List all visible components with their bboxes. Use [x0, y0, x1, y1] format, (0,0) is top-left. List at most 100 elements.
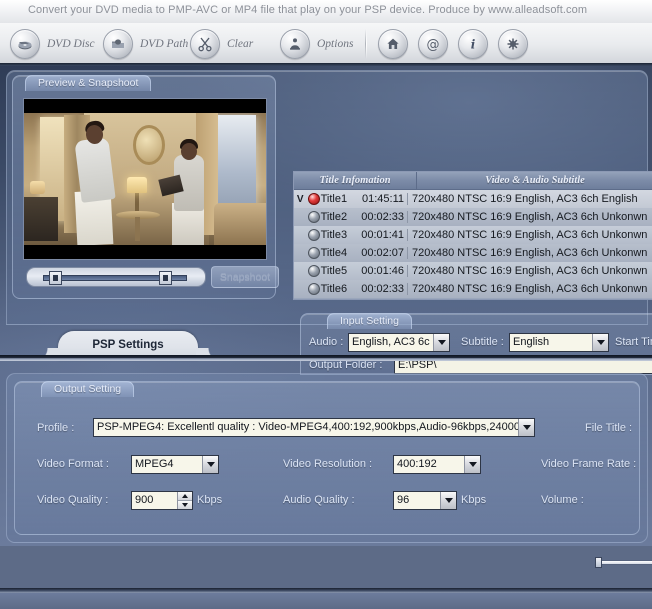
- register-button[interactable]: [498, 28, 528, 60]
- svg-text:i: i: [471, 38, 476, 51]
- home-button[interactable]: [378, 28, 408, 60]
- row-title-name: Title6: [320, 283, 348, 295]
- register-star-icon: [498, 29, 528, 59]
- home-icon: [378, 29, 408, 59]
- info-icon: i: [458, 29, 488, 59]
- stepper-up-icon[interactable]: [178, 492, 192, 500]
- video-quality-unit: Kbps: [197, 494, 223, 506]
- chevron-down-icon[interactable]: [464, 456, 480, 473]
- scissors-clear-icon: [190, 29, 220, 59]
- snapshot-button[interactable]: Snapshoot: [211, 266, 279, 288]
- output-setting-title: Output Setting: [41, 381, 135, 397]
- row-video-audio: 720x480 NTSC 16:9 English, AC3 6ch: [412, 283, 599, 295]
- row-subtitle: Unkonwn: [601, 265, 648, 277]
- row-check[interactable]: V: [294, 194, 306, 205]
- row-duration: 01:45:11: [358, 193, 409, 205]
- row-video-audio: 720x480 NTSC 16:9 English, AC3 6ch: [412, 265, 599, 277]
- output-setting-group: Output Setting Profile : PSP-MPEG4: Exce…: [14, 381, 640, 535]
- profile-label: Profile :: [37, 422, 75, 434]
- volume-slider[interactable]: [595, 557, 652, 568]
- dvd-disc-label: DVD Disc: [47, 38, 95, 50]
- video-quality-stepper[interactable]: 900: [131, 491, 193, 510]
- table-row[interactable]: Title6 00:02:33 720x480 NTSC 16:9 Englis…: [294, 280, 652, 298]
- row-title-name: Title5: [320, 265, 348, 277]
- bottom-edge-2: [0, 593, 652, 609]
- email-button[interactable]: @: [418, 28, 448, 60]
- seek-handle-start[interactable]: [49, 271, 62, 285]
- svg-text:@: @: [427, 37, 440, 52]
- dvd-disc-icon: [10, 29, 40, 59]
- table-row[interactable]: Title2 00:02:33 720x480 NTSC 16:9 Englis…: [294, 208, 652, 226]
- row-status: [306, 283, 320, 295]
- video-frame-rate-label: Video Frame Rate :: [541, 458, 637, 470]
- top-banner: Convert your DVD media to PMP-AVC or MP4…: [0, 0, 652, 24]
- row-title-name: Title1: [320, 193, 348, 205]
- preview-group-title: Preview & Snapshoot: [25, 75, 152, 91]
- video-quality-value[interactable]: 900: [132, 492, 177, 509]
- toolbar-divider-highlight: [366, 29, 367, 59]
- dvd-path-button[interactable]: DVD Path: [103, 28, 188, 60]
- options-icon: [280, 29, 310, 59]
- audio-quality-value: 96: [397, 494, 410, 506]
- table-row[interactable]: Title4 00:02:07 720x480 NTSC 16:9 Englis…: [294, 244, 652, 262]
- row-video-audio: 720x480 NTSC 16:9 English, AC3 6ch: [412, 229, 599, 241]
- chevron-down-icon[interactable]: [202, 456, 218, 473]
- table-row[interactable]: V Title1 01:45:11 720x480 NTSC 16:9 Engl…: [294, 190, 652, 208]
- row-video-audio: 720x480 NTSC 16:9 English, AC3 6ch: [412, 247, 599, 259]
- row-video-audio: 720x480 NTSC 16:9 English, AC3 6ch: [412, 211, 599, 223]
- column-header-video-audio-subtitle: Video & Audio Subtitle: [485, 175, 585, 186]
- profile-select[interactable]: PSP-MPEG4: Excellentl quality : Video-MP…: [93, 418, 535, 437]
- row-status: [306, 193, 320, 205]
- main-body: Preview & Snapshoot Snapshoot Title Info…: [0, 63, 652, 609]
- row-duration: 00:02:07: [358, 247, 409, 259]
- tab-psp-settings-label: PSP Settings: [92, 339, 164, 351]
- preview-group: Preview & Snapshoot Snapshoot: [12, 75, 279, 299]
- seek-handle-end[interactable]: [159, 271, 172, 285]
- table-row[interactable]: Title5 00:01:46 720x480 NTSC 16:9 Englis…: [294, 262, 652, 280]
- row-duration: 00:01:41: [358, 229, 409, 241]
- table-row[interactable]: Title3 00:01:41 720x480 NTSC 16:9 Englis…: [294, 226, 652, 244]
- dvd-disc-button[interactable]: DVD Disc: [10, 28, 95, 60]
- row-subtitle: Unkonwn: [601, 283, 648, 295]
- table-header-row: Title Infomation Video & Audio Subtitle: [294, 172, 652, 190]
- row-duration: 00:02:33: [358, 211, 409, 223]
- main-toolbar: DVD Disc DVD Path Clear Options @ i: [0, 23, 652, 64]
- video-format-value: MPEG4: [135, 458, 174, 470]
- options-label: Options: [317, 38, 354, 50]
- volume-knob[interactable]: [595, 557, 602, 568]
- stepper-down-icon[interactable]: [178, 500, 192, 509]
- email-icon: @: [418, 29, 448, 59]
- row-video-audio: 720x480 NTSC 16:9 English, AC3 6ch: [412, 193, 599, 205]
- options-button[interactable]: Options: [280, 28, 353, 60]
- row-subtitle: Unkonwn: [601, 229, 648, 241]
- video-format-select[interactable]: MPEG4: [131, 455, 219, 474]
- preview-seek-slider[interactable]: [26, 267, 206, 287]
- row-status: [306, 265, 320, 277]
- stepper-buttons[interactable]: [177, 492, 192, 509]
- banner-text: Convert your DVD media to PMP-AVC or MP4…: [28, 4, 588, 16]
- title-table[interactable]: Title Infomation Video & Audio Subtitle …: [293, 171, 652, 300]
- row-title-name: Title4: [320, 247, 348, 259]
- clear-button[interactable]: Clear: [190, 28, 253, 60]
- record-dot-icon: [307, 229, 320, 241]
- row-subtitle: Unkonwn: [601, 211, 648, 223]
- preview-video-area[interactable]: [23, 98, 267, 260]
- record-dot-icon: [307, 193, 320, 205]
- dvd-path-icon: [103, 29, 133, 59]
- audio-quality-select[interactable]: 96: [393, 491, 457, 510]
- row-status: [306, 229, 320, 241]
- file-title-label: File Title :: [585, 422, 633, 434]
- row-duration: 00:01:46: [358, 265, 409, 277]
- video-resolution-select[interactable]: 400:192: [393, 455, 481, 474]
- video-resolution-value: 400:192: [397, 458, 437, 470]
- video-format-label: Video Format :: [37, 458, 109, 470]
- video-resolution-label: Video Resolution :: [283, 458, 373, 470]
- info-button[interactable]: i: [458, 28, 488, 60]
- row-subtitle: Unkonwn: [601, 247, 648, 259]
- chevron-down-icon[interactable]: [518, 419, 534, 436]
- chevron-down-icon[interactable]: [440, 492, 456, 509]
- volume-label: Volume :: [541, 494, 584, 506]
- column-header-title-information: Title Infomation: [294, 172, 417, 189]
- record-dot-icon: [307, 211, 320, 223]
- clear-label: Clear: [227, 38, 254, 50]
